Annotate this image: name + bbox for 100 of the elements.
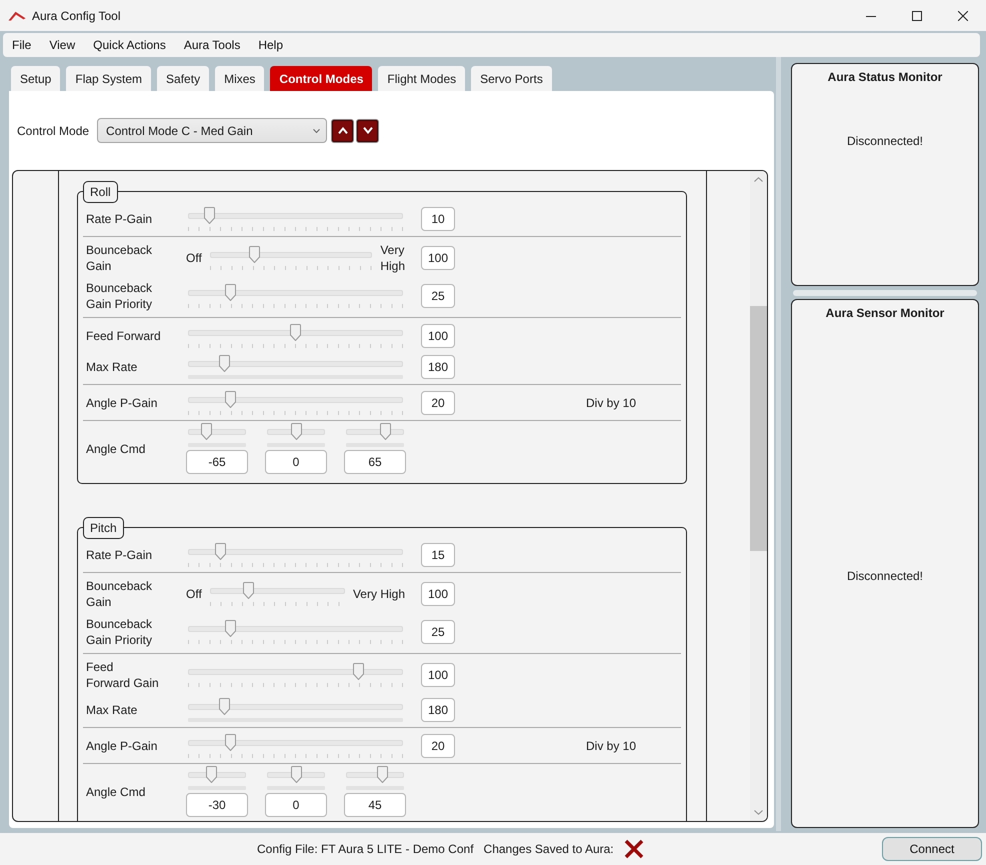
field-label: Bounceback Gain Priority [86,616,154,648]
field-label: Rate P-Gain [86,546,154,562]
menu-item[interactable]: File [3,33,40,57]
value-field[interactable]: 100 [421,663,455,687]
slider-thumb[interactable] [290,423,302,440]
value-field[interactable]: 25 [421,620,455,644]
slider-thumb[interactable] [206,766,218,783]
value-field[interactable]: 65 [344,450,406,474]
slider-thumb[interactable] [290,324,301,340]
scrollbar-thumb[interactable] [750,306,767,551]
group-title: Roll [83,181,118,203]
value-field[interactable]: 100 [421,324,455,348]
slider-thumb[interactable] [224,390,236,408]
value-field[interactable]: 45 [344,793,406,817]
slider-track[interactable] [346,766,404,783]
field-label: Rate P-Gain [86,210,154,226]
value-field[interactable]: 15 [421,542,455,566]
tab[interactable]: Mixes [215,66,264,91]
value-field[interactable]: 180 [421,698,455,722]
group-title: Pitch [83,517,124,539]
logo-icon [8,10,26,20]
scale-label: Off [186,250,202,266]
slider-track[interactable] [188,698,403,714]
scale-label: Off [186,586,202,602]
slider-track[interactable] [188,423,246,440]
control-mode-dropdown[interactable]: Control Mode C - Med Gain [97,118,328,143]
scrollbar[interactable] [750,171,767,821]
slider-track[interactable] [346,423,404,440]
tab[interactable]: Servo Ports [471,66,552,91]
field-label: Angle P-Gain [86,394,158,410]
menu-item[interactable]: Help [249,33,292,57]
menu-item[interactable]: Quick Actions [84,33,175,57]
slider-track[interactable] [188,734,403,750]
tab[interactable]: Flap System [66,66,152,91]
splitter-handle[interactable] [793,290,977,296]
splitter-handle[interactable] [776,57,781,831]
window-title: Aura Config Tool [32,8,120,22]
chevron-up-icon [338,127,348,134]
slider-track[interactable] [267,423,325,440]
value-field[interactable]: -65 [186,450,248,474]
value-field[interactable]: 100 [421,582,455,606]
tab[interactable]: Control Modes [270,66,372,91]
panel-title: Aura Status Monitor [828,70,942,84]
menu-item[interactable]: View [40,33,84,57]
close-icon [958,10,968,20]
slider-thumb[interactable] [376,766,388,783]
scroll-up-icon[interactable] [754,177,763,182]
value-field[interactable]: 10 [421,206,455,230]
value-field[interactable]: -30 [186,793,248,817]
field-label: Angle Cmd [86,784,146,800]
field-label: Bounceback Gain [86,242,154,274]
slider-thumb[interactable] [204,206,216,224]
slider-thumb[interactable] [200,423,212,440]
tab[interactable]: Safety [157,66,210,91]
move-down-button[interactable] [356,118,380,142]
value-field[interactable]: 0 [265,793,327,817]
slider-thumb[interactable] [243,582,254,599]
field-label: Bounceback Gain Priority [86,280,154,312]
slider-thumb[interactable] [224,734,236,750]
slider-track[interactable] [188,354,403,372]
slider-thumb[interactable] [380,423,391,440]
changes-saved-label: Changes Saved to Aura: [484,842,614,856]
field-label: Max Rate [86,702,138,718]
slider-track[interactable] [188,542,403,560]
slider-track[interactable] [188,284,403,301]
slider-track[interactable] [188,620,403,637]
tab[interactable]: Flight Modes [378,66,466,91]
slider-track[interactable] [267,766,325,783]
tab[interactable]: Setup [11,66,60,91]
slider-track[interactable] [188,390,403,408]
scroll-down-icon[interactable] [754,810,763,815]
note-text: Div by 10 [586,738,636,752]
menu-item[interactable]: Aura Tools [174,33,250,57]
slider-thumb[interactable] [249,246,260,263]
slider-track[interactable] [188,766,246,783]
slider-track[interactable] [210,246,372,263]
slider-thumb[interactable] [218,698,230,714]
value-field[interactable]: 0 [265,450,327,474]
field-label: Control Mode [17,124,90,138]
slider-track[interactable] [210,582,345,599]
value-field[interactable]: 25 [421,284,455,308]
slider-track[interactable] [188,324,403,340]
slider-thumb[interactable] [353,663,364,680]
slider-thumb[interactable] [290,766,302,783]
move-up-button[interactable] [331,118,354,142]
slider-thumb[interactable] [224,620,236,637]
slider-thumb[interactable] [218,354,230,372]
value-field[interactable]: 100 [421,246,455,270]
chevron-down-icon [362,127,373,134]
value-field[interactable]: 20 [421,390,455,414]
slider-track[interactable] [188,663,403,680]
slider-thumb[interactable] [224,284,236,301]
slider-track[interactable] [188,206,403,224]
maximize-icon [912,10,922,20]
connect-button[interactable]: Connect [882,837,982,861]
config-file-text: Config File: FT Aura 5 LITE - Demo Conf [257,842,474,856]
value-field[interactable]: 20 [421,734,455,758]
scale-label: Very High [380,242,405,274]
value-field[interactable]: 180 [421,354,455,378]
slider-thumb[interactable] [214,542,226,560]
